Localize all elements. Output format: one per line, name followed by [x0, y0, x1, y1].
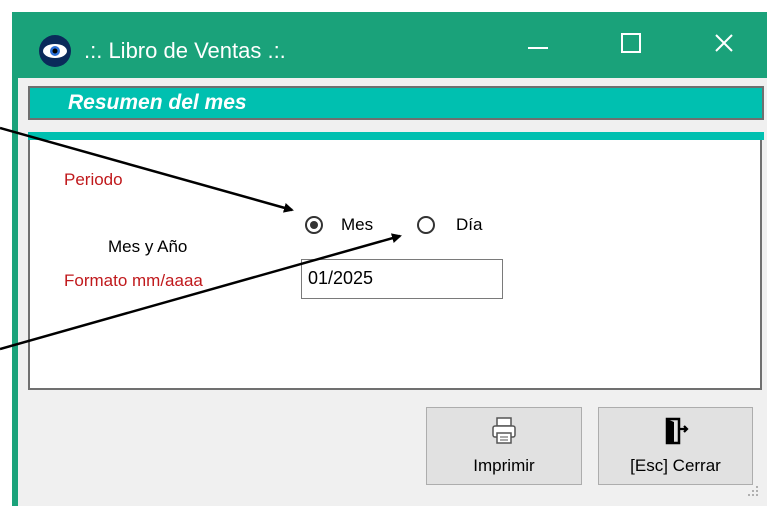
radio-dia[interactable]: [417, 216, 435, 234]
eye-app-icon: [38, 34, 72, 68]
resize-grip-icon[interactable]: [740, 482, 762, 502]
radio-dia-label[interactable]: Día: [456, 215, 482, 235]
maximize-icon: [621, 32, 641, 58]
maximize-button[interactable]: [596, 12, 666, 78]
header-divider: [28, 132, 764, 140]
exit-door-icon: [599, 416, 752, 446]
date-input[interactable]: 01/2025: [301, 259, 503, 299]
format-label: Formato mm/aaaa: [64, 271, 203, 290]
close-icon: [714, 33, 734, 58]
close-window-button[interactable]: [689, 12, 759, 78]
close-button[interactable]: [Esc] Cerrar: [598, 407, 753, 485]
radio-mes-label[interactable]: Mes: [341, 215, 373, 235]
minimize-icon: [528, 36, 548, 54]
section-header-title: Resumen del mes: [68, 91, 247, 114]
date-label: Mes y Año: [108, 237, 188, 256]
radio-mes[interactable]: [305, 216, 323, 234]
print-button[interactable]: Imprimir: [426, 407, 582, 485]
period-label: Periodo: [64, 170, 123, 189]
section-header: Resumen del mes: [28, 86, 764, 120]
print-button-label: Imprimir: [473, 456, 535, 475]
window-title: .:. Libro de Ventas .:.: [84, 38, 286, 63]
close-button-label: [Esc] Cerrar: [630, 456, 721, 475]
minimize-button[interactable]: [503, 12, 573, 78]
printer-icon: [427, 416, 581, 446]
